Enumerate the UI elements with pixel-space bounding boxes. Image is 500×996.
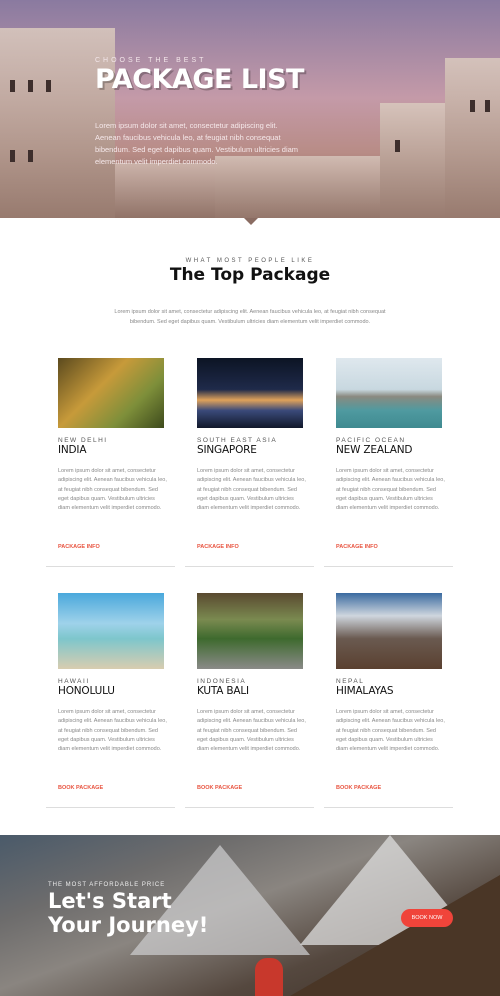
package-description: Lorem ipsum dolor sit amet, consectetur … xyxy=(336,468,445,512)
package-name: SINGAPORE xyxy=(197,444,257,456)
card-divider xyxy=(46,807,175,808)
window-shape xyxy=(470,100,475,112)
package-description: Lorem ipsum dolor sit amet, consectetur … xyxy=(336,709,445,753)
package-name: HIMALAYAS xyxy=(336,685,394,697)
package-link[interactable]: BOOK PACKAGE xyxy=(197,785,242,791)
card-divider xyxy=(46,566,175,567)
card-divider xyxy=(324,807,453,808)
package-name: HONOLULU xyxy=(58,685,115,697)
package-link[interactable]: BOOK PACKAGE xyxy=(58,785,103,791)
package-image[interactable] xyxy=(197,593,303,669)
window-shape xyxy=(10,150,15,162)
package-name: INDIA xyxy=(58,444,87,456)
window-shape xyxy=(46,80,51,92)
package-location: NEPAL xyxy=(336,678,365,685)
building-image xyxy=(380,103,445,218)
banner-title-line1: Let's Start xyxy=(48,889,172,913)
section-title: The Top Package xyxy=(169,265,331,285)
package-name: NEW ZEALAND xyxy=(336,444,413,456)
building-image xyxy=(115,163,215,218)
package-link[interactable]: PACKAGE INFO xyxy=(336,544,378,550)
hero-text: Lorem ipsum dolor sit amet, consectetur … xyxy=(95,121,299,166)
package-location: HAWAII xyxy=(58,678,90,685)
book-now-button[interactable]: BOOK NOW xyxy=(401,909,453,927)
package-link[interactable]: BOOK PACKAGE xyxy=(336,785,381,791)
package-image[interactable] xyxy=(58,593,164,669)
hero-title: PACKAGE LIST xyxy=(95,64,304,95)
package-location: PACIFIC OCEAN xyxy=(336,437,406,444)
hiker-image xyxy=(255,958,283,996)
package-card: INDONESIA KUTA BALI Lorem ipsum dolor si… xyxy=(185,593,314,808)
window-shape xyxy=(28,80,33,92)
package-image[interactable] xyxy=(58,358,164,428)
package-description: Lorem ipsum dolor sit amet, consectetur … xyxy=(58,468,167,512)
package-location: INDONESIA xyxy=(197,678,247,685)
window-shape xyxy=(395,140,400,152)
hero-notch xyxy=(244,218,258,225)
package-card: SOUTH EAST ASIA SINGAPORE Lorem ipsum do… xyxy=(185,358,314,567)
package-description: Lorem ipsum dolor sit amet, consectetur … xyxy=(197,709,306,753)
package-description: Lorem ipsum dolor sit amet, consectetur … xyxy=(197,468,306,512)
window-shape xyxy=(485,100,490,112)
package-link[interactable]: PACKAGE INFO xyxy=(197,544,239,550)
hero-section: CHOOSE THE BEST PACKAGE LIST Lorem ipsum… xyxy=(0,0,500,218)
banner-title-line2: Your Journey! xyxy=(48,913,209,937)
package-location: SOUTH EAST ASIA xyxy=(197,437,278,444)
card-divider xyxy=(185,566,314,567)
package-image[interactable] xyxy=(336,593,442,669)
package-location: NEW DELHI xyxy=(58,437,108,444)
window-shape xyxy=(10,80,15,92)
building-image xyxy=(445,58,500,218)
section-kicker: WHAT MOST PEOPLE LIKE xyxy=(185,258,315,264)
package-link[interactable]: PACKAGE INFO xyxy=(58,544,100,550)
package-description: Lorem ipsum dolor sit amet, consectetur … xyxy=(58,709,167,753)
card-divider xyxy=(324,566,453,567)
package-card: NEPAL HIMALAYAS Lorem ipsum dolor sit am… xyxy=(324,593,453,808)
package-card: PACIFIC OCEAN NEW ZEALAND Lorem ipsum do… xyxy=(324,358,453,567)
package-card: HAWAII HONOLULU Lorem ipsum dolor sit am… xyxy=(46,593,175,808)
package-card: NEW DELHI INDIA Lorem ipsum dolor sit am… xyxy=(46,358,175,567)
package-image[interactable] xyxy=(197,358,303,428)
package-name: KUTA BALI xyxy=(197,685,249,697)
cta-banner: THE MOST AFFORDABLE PRICE Let's Start You… xyxy=(0,835,500,996)
package-image[interactable] xyxy=(336,358,442,428)
window-shape xyxy=(28,150,33,162)
hero-kicker: CHOOSE THE BEST xyxy=(95,57,207,64)
card-divider xyxy=(185,807,314,808)
banner-kicker: THE MOST AFFORDABLE PRICE xyxy=(48,882,166,888)
section-text: Lorem ipsum dolor sit amet, consectetur … xyxy=(114,309,386,325)
banner-title: Let's Start Your Journey! xyxy=(48,889,208,937)
